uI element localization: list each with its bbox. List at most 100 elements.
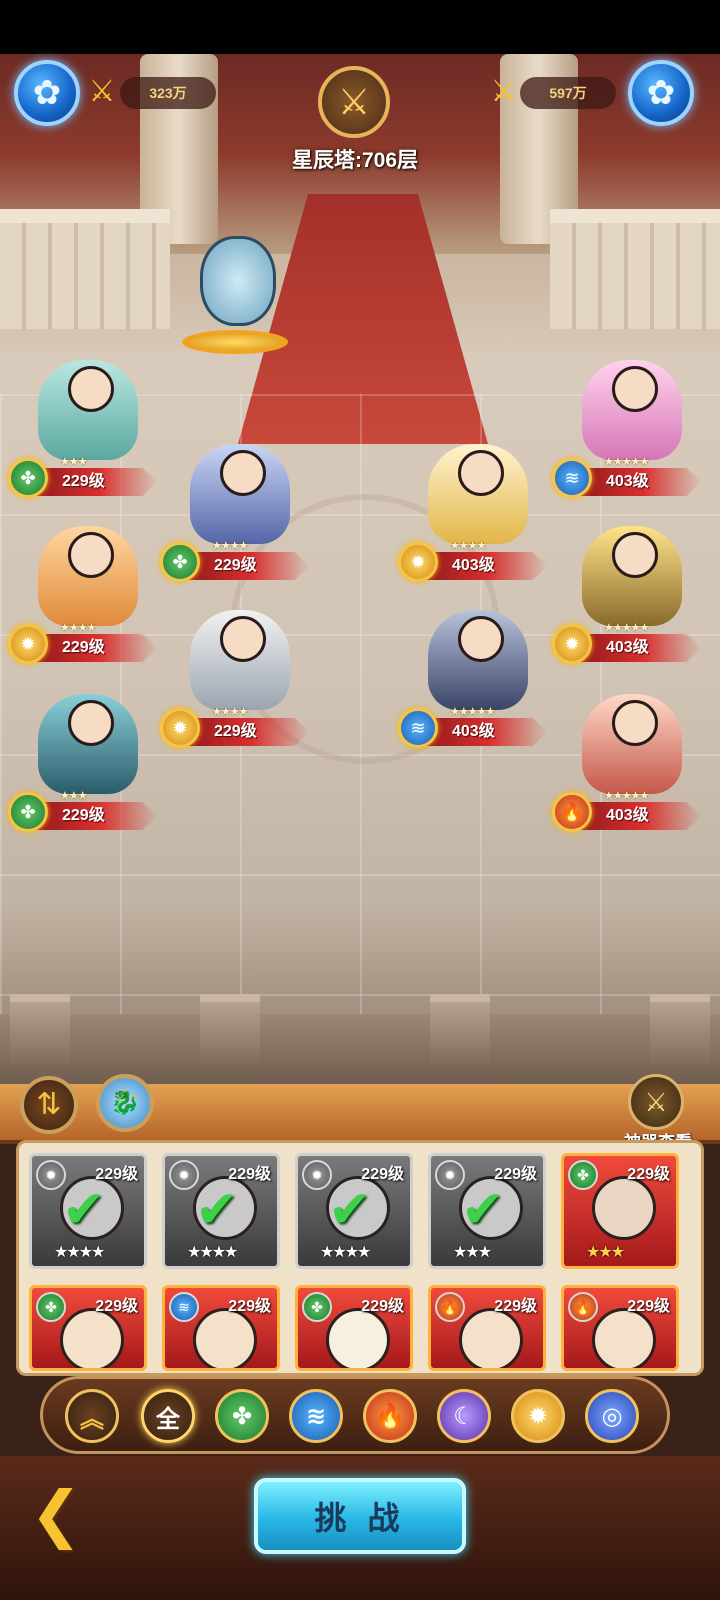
hero-figure — [38, 360, 138, 460]
enemy-unit[interactable]: 403级 ★★★★★ ≋ — [398, 610, 558, 750]
tower-floor-label: 星辰塔:706层 — [291, 149, 419, 172]
right-power-value: 597万 — [520, 77, 616, 109]
challenge-button[interactable]: 挑 战 — [254, 1478, 466, 1554]
ledge-post — [430, 994, 490, 1064]
water-filter-icon[interactable]: ≋ — [289, 1389, 343, 1443]
card-level: 229级 — [494, 1298, 537, 1315]
fire-element-icon: 🔥 — [552, 792, 592, 832]
unit-stars: ★★★★★ — [604, 622, 649, 634]
hero-figure — [582, 360, 682, 460]
wood-element-icon: ✤ — [8, 458, 48, 498]
fire-filter-icon[interactable]: 🔥 — [363, 1389, 417, 1443]
pet-body — [200, 236, 276, 326]
left-team-gem-icon[interactable]: ✿ — [14, 60, 80, 126]
check-icon: ✔ — [62, 1181, 106, 1239]
pet-select-button[interactable]: 🐉 — [96, 1074, 154, 1132]
rank-up-icon[interactable]: ︽ — [65, 1389, 119, 1443]
pet-pedestal — [182, 330, 288, 354]
roster-card[interactable]: ✤ 229级 — [29, 1285, 147, 1371]
card-stars: ★★★★ — [54, 1244, 105, 1261]
filter-all[interactable]: 全 — [141, 1389, 195, 1443]
enemy-unit[interactable]: 403级 ★★★★★ ✹ — [552, 526, 712, 666]
ledge-post — [200, 994, 260, 1064]
roster-card[interactable]: 🔥 229级 — [561, 1285, 679, 1371]
unit-stars: ★★★★★ — [604, 790, 649, 802]
hero-figure — [428, 610, 528, 710]
roster-card[interactable]: ✤ 229级 ★★★ — [561, 1153, 679, 1269]
hero-roster: ✹ 229级 ★★★★ ✔ ✹ 229级 ★★★★ ✔ ✹ 229级 ★★★★ … — [16, 1140, 704, 1376]
card-level: 229级 — [228, 1298, 271, 1315]
unit-stars: ★★★★ — [450, 540, 486, 552]
fire-element-icon: 🔥 — [568, 1292, 598, 1322]
check-icon: ✔ — [328, 1181, 372, 1239]
left-power-value: 323万 — [120, 77, 216, 109]
water-element-icon: ≋ — [169, 1292, 199, 1322]
hero-portrait — [592, 1176, 656, 1240]
hero-portrait — [60, 1308, 124, 1368]
light-element-icon: ✹ — [8, 624, 48, 664]
enemy-unit[interactable]: 403级 ★★★★★ 🔥 — [552, 694, 712, 834]
ally-unit[interactable]: 229级 ★★★ ✤ — [8, 360, 168, 500]
wood-element-icon: ✤ — [302, 1292, 332, 1322]
roster-card[interactable]: ✹ 229级 ★★★ ✔ — [428, 1153, 546, 1269]
hero-figure — [38, 694, 138, 794]
roster-card[interactable]: ✤ 229级 — [295, 1285, 413, 1371]
unit-stars: ★★★★ — [212, 540, 248, 552]
status-bar — [0, 0, 720, 54]
hero-portrait — [459, 1308, 523, 1368]
ledge-post — [10, 994, 70, 1064]
unit-stars: ★★★ — [60, 790, 88, 802]
card-stars: ★★★ — [453, 1244, 492, 1261]
dark-filter-icon[interactable]: ☾ — [437, 1389, 491, 1443]
hero-figure — [190, 610, 290, 710]
card-stars: ★★★★ — [320, 1244, 371, 1261]
roster-card[interactable]: ✹ 229级 ★★★★ ✔ — [29, 1153, 147, 1269]
tower-battle-icon: ⚔ — [318, 66, 390, 138]
wood-filter-icon[interactable]: ✤ — [215, 1389, 269, 1443]
card-level: 229级 — [627, 1166, 670, 1183]
hero-figure — [582, 526, 682, 626]
railing-left — [0, 209, 170, 329]
hero-figure — [190, 444, 290, 544]
swap-formation-button[interactable]: ⇅ — [20, 1076, 78, 1134]
railing-right — [550, 209, 720, 329]
enemy-unit[interactable]: 403级 ★★★★★ ≋ — [552, 360, 712, 500]
roster-card[interactable]: 🔥 229级 — [428, 1285, 546, 1371]
back-arrow-icon[interactable]: ❮ — [30, 1480, 110, 1550]
ally-unit[interactable]: 229级 ★★★★ ✹ — [8, 526, 168, 666]
roster-card[interactable]: ≋ 229级 — [162, 1285, 280, 1371]
crossed-swords-icon: ⚔ — [490, 75, 518, 108]
light-filter-icon[interactable]: ✹ — [511, 1389, 565, 1443]
unit-stars: ★★★★ — [212, 706, 248, 718]
card-stars: ★★★★ — [187, 1244, 238, 1261]
ally-unit[interactable]: 229级 ★★★★ ✹ — [160, 610, 320, 750]
ledge-post — [650, 994, 710, 1064]
card-level: 229级 — [361, 1298, 404, 1315]
ally-unit[interactable]: 229级 ★★★ ✤ — [8, 694, 168, 834]
void-filter-icon[interactable]: ◎ — [585, 1389, 639, 1443]
light-element-icon: ✹ — [398, 542, 438, 582]
unit-stars: ★★★ — [60, 456, 88, 468]
enemy-unit[interactable]: 403级 ★★★★ ✹ — [398, 444, 558, 584]
check-icon: ✔ — [461, 1181, 505, 1239]
artifact-sword-icon[interactable]: ⚔ — [628, 1074, 684, 1130]
ally-unit[interactable]: 229级 ★★★★ ✤ — [160, 444, 320, 584]
hero-portrait — [193, 1308, 257, 1368]
card-level: 229级 — [95, 1298, 138, 1315]
hero-portrait — [326, 1308, 390, 1368]
element-filter-bar: ︽ 全 ✤ ≋ 🔥 ☾ ✹ ◎ — [40, 1376, 670, 1454]
hero-portrait — [592, 1308, 656, 1368]
hero-figure — [582, 694, 682, 794]
crossed-swords-icon: ⚔ — [88, 75, 116, 108]
check-icon: ✔ — [195, 1181, 239, 1239]
roster-card[interactable]: ✹ 229级 ★★★★ ✔ — [162, 1153, 280, 1269]
arena-ledge — [0, 1014, 720, 1084]
pet-dragon — [182, 226, 292, 356]
roster-card[interactable]: ✹ 229级 ★★★★ ✔ — [295, 1153, 413, 1269]
wood-element-icon: ✤ — [568, 1160, 598, 1190]
card-stars: ★★★ — [586, 1244, 625, 1261]
hero-figure — [38, 526, 138, 626]
wood-element-icon: ✤ — [8, 792, 48, 832]
hero-figure — [428, 444, 528, 544]
right-team-gem-icon[interactable]: ✿ — [628, 60, 694, 126]
